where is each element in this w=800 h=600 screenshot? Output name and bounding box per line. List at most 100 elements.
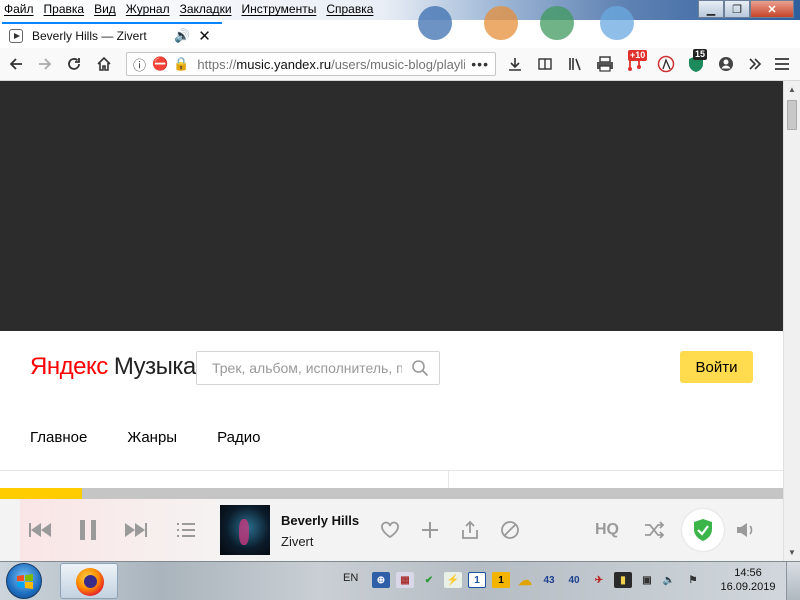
- page-actions-icon[interactable]: •••: [471, 56, 489, 72]
- clock[interactable]: 14:56 16.09.2019: [718, 566, 778, 594]
- badge-counter: +10: [628, 50, 648, 61]
- language-indicator[interactable]: EN: [343, 572, 358, 584]
- account-icon[interactable]: [714, 53, 738, 75]
- library-icon[interactable]: [563, 53, 587, 75]
- menu-view[interactable]: Вид: [89, 2, 121, 16]
- minimize-button[interactable]: ▁: [698, 0, 724, 18]
- tray-counter[interactable]: 1: [468, 572, 486, 588]
- divider: [0, 470, 783, 471]
- tray-battery-icon[interactable]: ▮: [614, 572, 632, 588]
- track-progress-fill: [0, 488, 83, 499]
- reader-view-icon[interactable]: [533, 53, 557, 75]
- track-progress-bar[interactable]: [0, 488, 783, 499]
- menu-history[interactable]: Журнал: [121, 2, 175, 16]
- site-nav: Главное Жанры Радио: [30, 429, 300, 446]
- previous-track-icon[interactable]: [26, 517, 54, 543]
- window-controls: ▁ ❐ ✕: [698, 0, 794, 18]
- logo-product: Музыка: [113, 353, 196, 380]
- tray-app-icon[interactable]: ⚡: [444, 572, 462, 588]
- restore-button[interactable]: ❐: [724, 0, 750, 18]
- tray-check-icon[interactable]: ✔: [420, 572, 438, 588]
- shuffle-icon[interactable]: [641, 517, 669, 543]
- nav-item-main[interactable]: Главное: [30, 429, 87, 446]
- tray-weather-icon[interactable]: ☁: [516, 572, 534, 588]
- search-icon[interactable]: [411, 359, 429, 377]
- lock-icon[interactable]: 🔒: [173, 56, 189, 72]
- search-box[interactable]: [196, 351, 440, 385]
- tray-flag-icon[interactable]: ⚑: [684, 572, 702, 588]
- shield-extension-icon[interactable]: 15: [684, 49, 708, 75]
- menu-bar: Файл Правка Вид Журнал Закладки Инструме…: [0, 0, 800, 40]
- add-icon[interactable]: [416, 517, 444, 543]
- tray-app-icon[interactable]: ⊕: [372, 572, 390, 588]
- permissions-icon[interactable]: ⛔: [152, 56, 168, 72]
- album-cover[interactable]: [220, 505, 270, 555]
- tray-counter[interactable]: 43: [538, 572, 560, 588]
- speaker-icon[interactable]: 🔊: [174, 28, 190, 44]
- tab-bar: Beverly Hills — Zivert 🔊 ✕ +: [0, 20, 800, 48]
- tray-network-icon[interactable]: ▣: [638, 572, 656, 588]
- menu-file[interactable]: Файл: [0, 2, 39, 16]
- page-scrollbar[interactable]: ▲ ▼: [783, 81, 800, 561]
- start-button[interactable]: [6, 563, 42, 599]
- info-icon[interactable]: ⓘ: [133, 55, 146, 74]
- scroll-down-icon[interactable]: ▼: [784, 544, 800, 561]
- print-icon[interactable]: [593, 53, 617, 75]
- windows-logo-icon: [17, 574, 33, 589]
- clock-date: 16.09.2019: [720, 581, 776, 593]
- scroll-up-icon[interactable]: ▲: [784, 81, 800, 98]
- tray-volume-icon[interactable]: 🔈: [660, 572, 678, 588]
- new-tab-button[interactable]: +: [228, 22, 252, 46]
- back-icon[interactable]: [4, 53, 28, 75]
- player-bar: Beverly Hills Zivert HQ: [0, 499, 783, 561]
- reload-icon[interactable]: [62, 53, 86, 75]
- windows-taskbar: EN ⊕ ▦ ✔ ⚡ 1 1 ☁ 43 40 ✈ ▮ ▣ 🔈 ⚑ 14:56 1…: [0, 561, 800, 600]
- pause-icon[interactable]: [74, 517, 102, 543]
- track-artist[interactable]: Zivert: [281, 534, 314, 549]
- scroll-thumb[interactable]: [787, 100, 797, 130]
- overflow-chevron-icon[interactable]: [743, 53, 767, 75]
- yandex-music-logo[interactable]: Яндекс Музыка: [30, 353, 196, 381]
- hamburger-menu-icon[interactable]: [770, 53, 794, 75]
- menu-help[interactable]: Справка: [321, 2, 378, 16]
- search-input[interactable]: [212, 360, 402, 376]
- home-icon[interactable]: [92, 53, 116, 75]
- close-window-button[interactable]: ✕: [750, 0, 794, 18]
- menu-edit[interactable]: Правка: [39, 2, 90, 16]
- site-header: Яндекс Музыка Войти Главное Жанры Радио: [0, 331, 783, 471]
- nav-item-radio[interactable]: Радио: [217, 429, 260, 446]
- address-bar[interactable]: ⓘ ⛔ 🔒 https://music.yandex.ru/users/musi…: [126, 52, 496, 76]
- tray-app-icon[interactable]: ✈: [590, 572, 608, 588]
- volume-icon[interactable]: [732, 517, 760, 543]
- clock-time: 14:56: [734, 567, 762, 579]
- tray-counter[interactable]: 40: [563, 572, 585, 588]
- url-text[interactable]: https://music.yandex.ru/users/music-blog…: [197, 57, 465, 72]
- login-button[interactable]: Войти: [680, 351, 753, 383]
- adblock-shield-icon[interactable]: [682, 509, 724, 551]
- download-icon[interactable]: [503, 53, 527, 75]
- firefox-icon: [76, 568, 104, 596]
- close-tab-icon[interactable]: ✕: [198, 27, 211, 45]
- menu: Файл Правка Вид Журнал Закладки Инструме…: [0, 2, 378, 16]
- forward-icon[interactable]: [33, 53, 57, 75]
- show-desktop-button[interactable]: [786, 562, 800, 600]
- tab-active[interactable]: Beverly Hills — Zivert 🔊 ✕: [2, 22, 222, 48]
- music-extension-icon[interactable]: +10: [623, 50, 648, 75]
- hq-toggle[interactable]: HQ: [590, 517, 624, 543]
- like-heart-icon[interactable]: [376, 517, 404, 543]
- menu-tools[interactable]: Инструменты: [237, 2, 322, 16]
- tray-app-icon[interactable]: ▦: [396, 572, 414, 588]
- share-icon[interactable]: [456, 517, 484, 543]
- playlist-icon[interactable]: [172, 517, 200, 543]
- block-icon[interactable]: [496, 517, 524, 543]
- track-title[interactable]: Beverly Hills: [281, 513, 359, 528]
- next-track-icon[interactable]: [122, 517, 150, 543]
- menu-bookmarks[interactable]: Закладки: [175, 2, 237, 16]
- lambda-extension-icon[interactable]: [654, 53, 678, 75]
- nav-item-genres[interactable]: Жанры: [127, 429, 177, 446]
- ad-banner: [0, 81, 783, 331]
- tray-counter[interactable]: 1: [492, 572, 510, 588]
- taskbar-firefox-button[interactable]: [60, 563, 118, 599]
- badge-counter: 15: [693, 49, 708, 60]
- tab-title: Beverly Hills — Zivert: [32, 29, 147, 43]
